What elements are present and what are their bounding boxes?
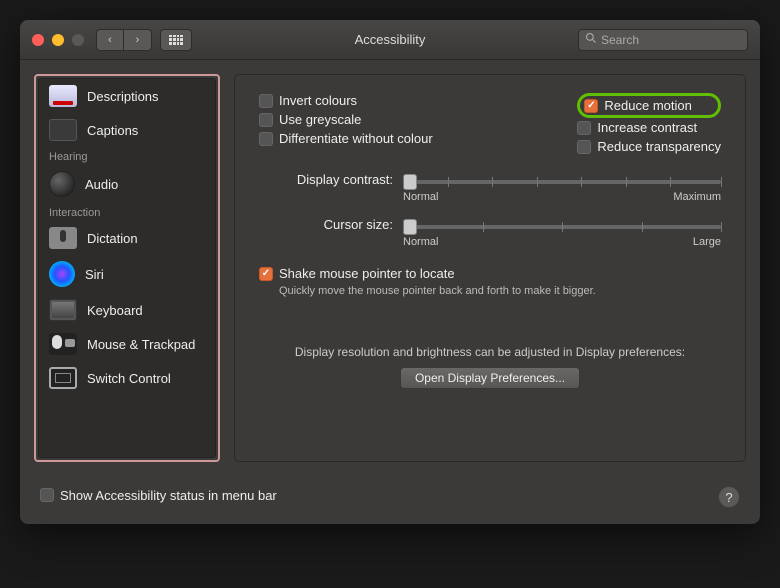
sidebar-highlight: Descriptions Captions Hearing Audio Inte… xyxy=(34,74,220,462)
display-contrast-block: Display contrast: Normal Maximum xyxy=(259,172,721,203)
checkbox-unchecked[interactable] xyxy=(259,94,273,108)
search-field[interactable] xyxy=(578,29,748,51)
checkbox-label: Use greyscale xyxy=(279,112,361,127)
sidebar-item-label: Dictation xyxy=(87,231,138,246)
nav-buttons: ‹ › xyxy=(96,29,152,51)
checkbox-checked[interactable] xyxy=(259,267,273,281)
checkbox-unchecked[interactable] xyxy=(259,113,273,127)
display-contrast-slider[interactable] xyxy=(403,180,721,184)
sidebar-item-mouse-trackpad[interactable]: Mouse & Trackpad xyxy=(39,327,215,361)
sidebar-item-siri[interactable]: Siri xyxy=(39,255,215,293)
shake-pointer-hint: Quickly move the mouse pointer back and … xyxy=(279,285,721,297)
sidebar-group-hearing: Hearing xyxy=(39,147,215,165)
accessibility-window: ‹ › Accessibility Des xyxy=(20,20,760,524)
sidebar-item-descriptions[interactable]: Descriptions xyxy=(39,79,215,113)
checkbox-unchecked[interactable] xyxy=(259,132,273,146)
checkbox-unchecked[interactable] xyxy=(40,488,54,502)
sidebar-item-label: Mouse & Trackpad xyxy=(87,337,195,352)
show-all-button[interactable] xyxy=(160,29,192,51)
cursor-size-slider[interactable] xyxy=(403,225,721,229)
cursor-size-block: Cursor size: Normal Large xyxy=(259,217,721,248)
open-display-preferences-button[interactable]: Open Display Preferences... xyxy=(400,367,580,389)
siri-icon xyxy=(49,261,75,287)
chevron-right-icon: › xyxy=(136,34,140,46)
minimize-icon[interactable] xyxy=(52,34,64,46)
sidebar-group-interaction: Interaction xyxy=(39,203,215,221)
checkbox-label: Shake mouse pointer to locate xyxy=(279,266,455,281)
titlebar: ‹ › Accessibility xyxy=(20,20,760,60)
differentiate-colour-row[interactable]: Differentiate without colour xyxy=(259,131,433,146)
display-preferences-note: Display resolution and brightness can be… xyxy=(259,345,721,359)
main-pane: Invert colours Use greyscale Differentia… xyxy=(234,74,746,462)
help-icon: ? xyxy=(725,490,732,505)
descriptions-icon xyxy=(49,85,77,107)
checkbox-checked[interactable] xyxy=(584,99,598,113)
slider-max-label: Large xyxy=(693,236,721,248)
slider-max-label: Maximum xyxy=(673,191,721,203)
help-button[interactable]: ? xyxy=(718,486,740,508)
checkbox-label: Show Accessibility status in menu bar xyxy=(60,488,277,503)
use-greyscale-row[interactable]: Use greyscale xyxy=(259,112,433,127)
show-status-menubar-row[interactable]: Show Accessibility status in menu bar xyxy=(40,488,277,503)
sidebar-item-label: Captions xyxy=(87,123,138,138)
reduce-motion-highlight: Reduce motion xyxy=(577,93,721,118)
sidebar-item-dictation[interactable]: Dictation xyxy=(39,221,215,255)
audio-icon xyxy=(49,171,75,197)
slider-min-label: Normal xyxy=(403,236,438,248)
sidebar-item-keyboard[interactable]: Keyboard xyxy=(39,293,215,327)
checkbox-label: Invert colours xyxy=(279,93,357,108)
sidebar-item-audio[interactable]: Audio xyxy=(39,165,215,203)
checkbox-label: Reduce motion xyxy=(604,98,691,113)
slider-label: Display contrast: xyxy=(259,172,393,187)
checkbox-unchecked[interactable] xyxy=(577,140,591,154)
maximize-icon[interactable] xyxy=(72,34,84,46)
grid-icon xyxy=(169,35,183,45)
forward-button[interactable]: › xyxy=(124,29,152,51)
checkbox-unchecked[interactable] xyxy=(577,121,591,135)
invert-colours-row[interactable]: Invert colours xyxy=(259,93,433,108)
sidebar-item-captions[interactable]: Captions xyxy=(39,113,215,147)
switch-control-icon xyxy=(49,367,77,389)
slider-min-label: Normal xyxy=(403,191,438,203)
slider-label: Cursor size: xyxy=(259,217,393,232)
sidebar-item-label: Switch Control xyxy=(87,371,171,386)
window-title: Accessibility xyxy=(355,32,426,47)
sidebar-item-label: Audio xyxy=(85,177,118,192)
checkbox-label: Increase contrast xyxy=(597,120,697,135)
sidebar-item-label: Keyboard xyxy=(87,303,143,318)
search-input[interactable] xyxy=(601,33,741,47)
dictation-icon xyxy=(49,227,77,249)
shake-pointer-row[interactable]: Shake mouse pointer to locate xyxy=(259,266,721,281)
sidebar-item-label: Siri xyxy=(85,267,104,282)
increase-contrast-row[interactable]: Increase contrast xyxy=(577,120,721,135)
search-icon xyxy=(585,32,597,47)
mouse-icon xyxy=(49,333,77,355)
sidebar-item-switch-control[interactable]: Switch Control xyxy=(39,361,215,395)
back-button[interactable]: ‹ xyxy=(96,29,124,51)
close-icon[interactable] xyxy=(32,34,44,46)
chevron-left-icon: ‹ xyxy=(108,34,112,46)
keyboard-icon xyxy=(49,299,77,321)
reduce-motion-row[interactable]: Reduce motion xyxy=(584,98,691,113)
footer: Show Accessibility status in menu bar ? xyxy=(20,476,760,524)
checkbox-label: Differentiate without colour xyxy=(279,131,433,146)
window-body: Descriptions Captions Hearing Audio Inte… xyxy=(20,60,760,476)
shake-pointer-block: Shake mouse pointer to locate Quickly mo… xyxy=(259,266,721,297)
traffic-lights xyxy=(32,34,84,46)
reduce-transparency-row[interactable]: Reduce transparency xyxy=(577,139,721,154)
sidebar-item-label: Descriptions xyxy=(87,89,159,104)
checkbox-label: Reduce transparency xyxy=(597,139,721,154)
sidebar[interactable]: Descriptions Captions Hearing Audio Inte… xyxy=(38,78,216,458)
captions-icon xyxy=(49,119,77,141)
